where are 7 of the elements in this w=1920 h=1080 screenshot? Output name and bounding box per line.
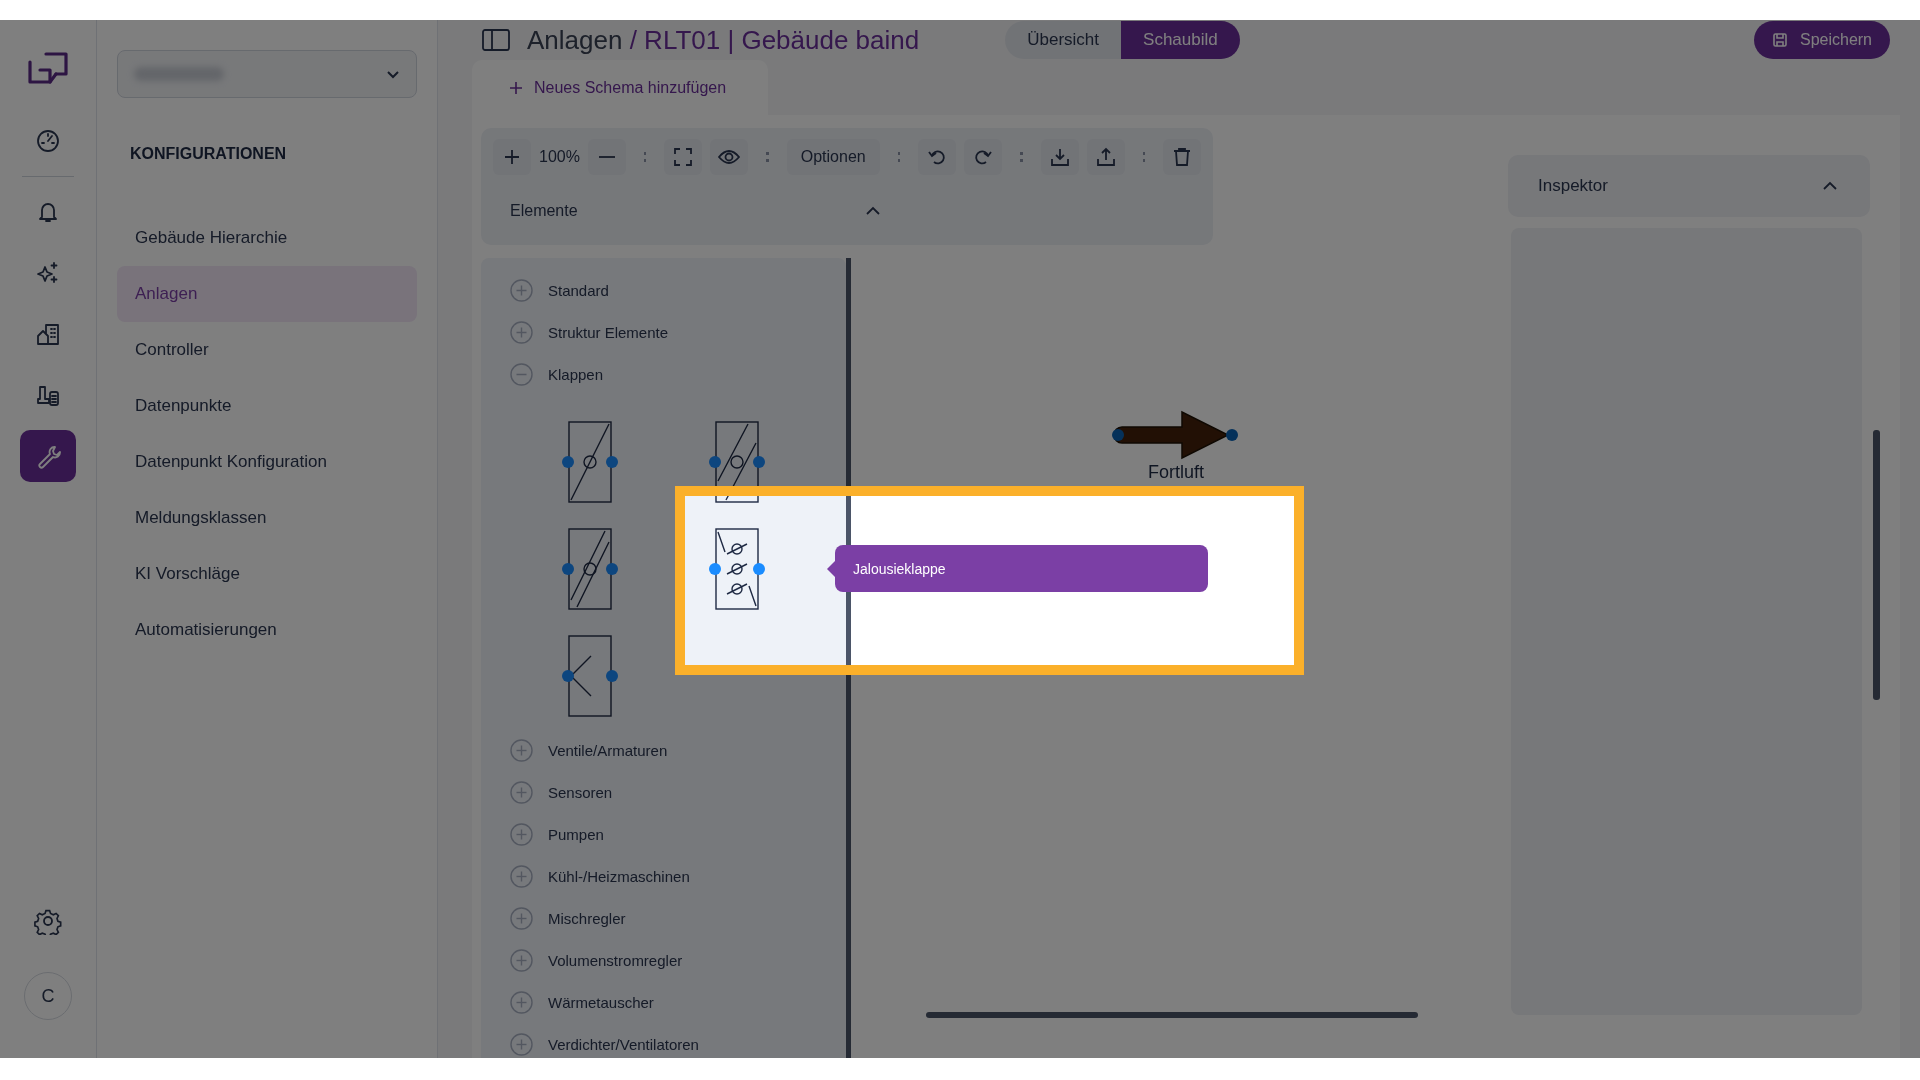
section-heading: KONFIGURATIONEN bbox=[129, 144, 288, 164]
page-title: Anlagen / RLT01 | Gebäude baind bbox=[527, 24, 920, 56]
panel-title: Inspektor bbox=[1538, 176, 1608, 196]
zoom-level: 100% bbox=[539, 148, 580, 166]
section-title: Elemente bbox=[510, 202, 578, 220]
tooltip: Jalousieklappe bbox=[827, 545, 1208, 592]
node-label: Fortluft bbox=[1148, 462, 1204, 483]
